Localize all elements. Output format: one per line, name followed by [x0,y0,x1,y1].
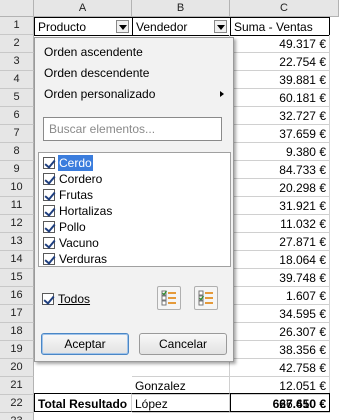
checkbox-todos[interactable] [42,293,54,305]
list-item-label: Cordero [59,172,103,186]
row-header[interactable]: 3 [0,53,34,71]
checkbox-vacuno[interactable] [43,237,55,249]
cell-text: Vendedor [136,20,188,34]
cell-text: Producto [38,20,87,34]
row-header[interactable]: 22 [0,395,34,413]
cell-c[interactable]: 31.921 € [230,197,330,215]
submenu-arrow-icon [220,91,224,97]
select-current-only-button[interactable] [157,286,181,310]
row-header[interactable]: 10 [0,179,34,197]
accept-button[interactable]: Aceptar [41,333,129,355]
unchecked-list-icon [198,290,213,306]
cell-c[interactable]: 32.727 € [230,107,330,125]
cell-total-label[interactable]: Total Resultado [34,393,132,412]
cell-c[interactable]: 27.871 € [230,233,330,251]
cancel-button[interactable]: Cancelar [139,333,227,355]
row-header[interactable]: 17 [0,305,34,323]
sort-ascending-item[interactable]: Orden ascendente [36,42,232,62]
todos-label: Todos [58,292,91,306]
checkbox-pollo[interactable] [43,221,55,233]
row-header[interactable]: 11 [0,197,34,215]
cell-c[interactable]: 22.754 € [230,53,330,71]
cell-c[interactable]: 39.748 € [230,269,330,287]
cell-total-value[interactable]: 667.650 € [230,393,330,412]
row-header[interactable]: 5 [0,89,34,107]
row-header[interactable]: 1 [0,17,34,35]
list-item-label: Pollo [59,220,86,234]
filter-values-list: Cerdo Cordero Frutas Hortalizas Pollo Va… [38,152,231,267]
cell-c[interactable]: 39.881 € [230,71,330,89]
cell-c[interactable]: 49.317 € [230,35,330,53]
row-header[interactable]: 23 [0,413,34,420]
row-header[interactable]: 18 [0,323,34,341]
checkbox-hortalizas[interactable] [43,205,55,217]
select-all-toggle[interactable]: Todos [42,291,162,307]
sort-custom-label: Orden personalizado [44,87,156,101]
row-header[interactable]: 21 [0,377,34,395]
producto-filter-dropdown-button[interactable] [116,20,129,33]
sort-custom-item[interactable]: Orden personalizado [36,84,232,104]
row-header[interactable]: 20 [0,359,34,377]
row-header[interactable]: 12 [0,215,34,233]
cell-c[interactable]: 18.064 € [230,251,330,269]
checked-list-icon [161,290,176,306]
checkbox-cordero[interactable] [43,173,55,185]
cell-total-b[interactable] [132,393,230,412]
row-header[interactable]: 2 [0,35,34,53]
cell-c1-suma-ventas[interactable]: Suma - Ventas [230,17,330,36]
checkbox-verduras[interactable] [43,253,55,265]
cell-c[interactable]: 42.758 € [230,359,330,377]
column-header-c[interactable]: C [230,0,339,17]
checkbox-cerdo[interactable] [43,157,55,169]
column-header-b[interactable]: B [132,0,230,17]
cell-c[interactable]: 38.356 € [230,341,330,359]
list-item-label: Hortalizas [59,204,113,218]
search-elements-input[interactable] [43,117,222,141]
list-item-label: Vacuno [59,236,99,250]
row-header[interactable]: 19 [0,341,34,359]
cell-c[interactable]: 26.307 € [230,323,330,341]
cell-c[interactable]: 9.380 € [230,143,330,161]
cell-c[interactable]: 11.032 € [230,215,330,233]
row-header[interactable]: 15 [0,269,34,287]
list-item-label: Verduras [59,252,108,266]
row-header[interactable]: 8 [0,143,34,161]
row-header[interactable]: 6 [0,107,34,125]
cell-c[interactable]: 37.659 € [230,125,330,143]
cell-c[interactable]: 20.298 € [230,179,330,197]
cell-c[interactable]: 84.733 € [230,161,330,179]
row-header[interactable]: 4 [0,71,34,89]
cell-c[interactable]: 1.607 € [230,287,330,305]
cell-c[interactable]: 60.181 € [230,89,330,107]
column-header-a[interactable]: A [34,0,132,17]
vendedor-filter-dropdown-button[interactable] [214,20,227,33]
select-all-corner[interactable] [0,0,34,17]
row-header[interactable]: 14 [0,251,34,269]
list-item-label: Frutas [59,188,94,202]
autofilter-popup: Orden ascendente Orden descendente Orden… [34,37,234,362]
checkbox-frutas[interactable] [43,189,55,201]
row-header[interactable]: 7 [0,125,34,143]
unselect-current-button[interactable] [194,286,218,310]
cell-c[interactable]: 34.595 € [230,305,330,323]
row-header[interactable]: 13 [0,233,34,251]
sort-descending-item[interactable]: Orden descendente [36,63,232,83]
list-item-label: Cerdo [58,155,93,171]
row-header[interactable]: 9 [0,161,34,179]
row-header[interactable]: 16 [0,287,34,305]
